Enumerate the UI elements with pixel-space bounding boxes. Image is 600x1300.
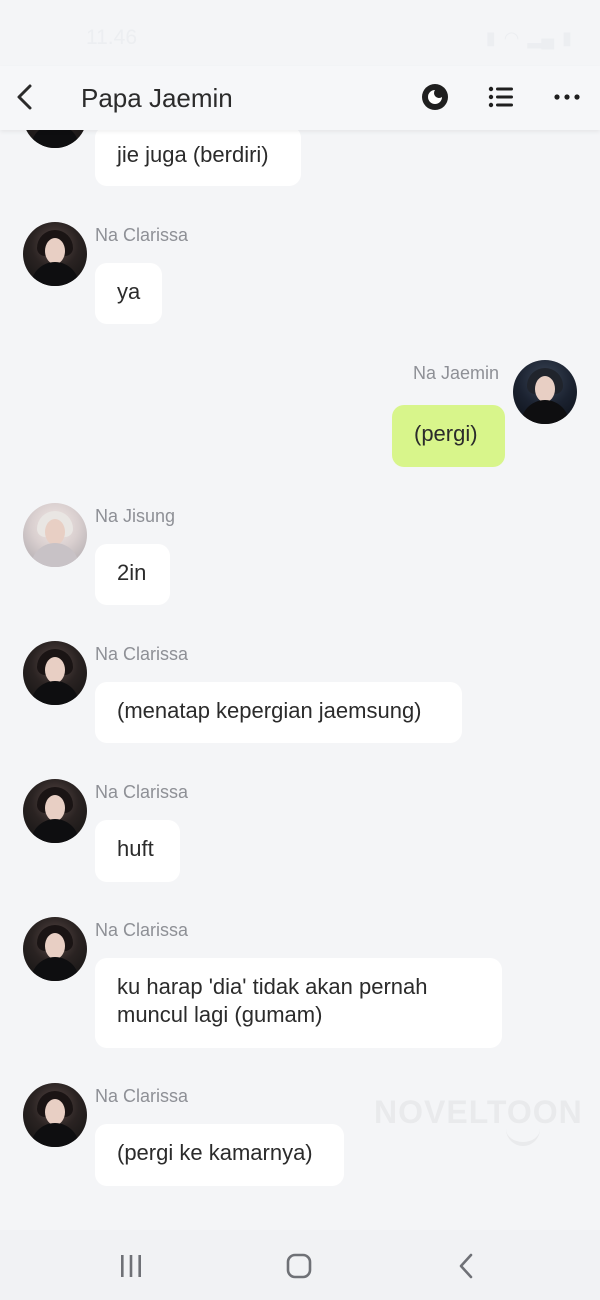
message-bubble: 2in <box>95 544 170 605</box>
message-bubble: ya <box>95 263 162 324</box>
avatar[interactable] <box>513 360 577 424</box>
watermark-smile-icon <box>506 1128 540 1146</box>
system-nav-bar <box>0 1230 600 1300</box>
avatar[interactable] <box>23 779 87 843</box>
night-mode-icon[interactable] <box>420 82 450 112</box>
sender-name: Na Clarissa <box>95 920 189 940</box>
sender-name: Na Clarissa <box>95 225 189 245</box>
sender-name: Na Jaemin <box>413 363 500 383</box>
home-icon[interactable] <box>281 1248 317 1284</box>
message-bubble-own: (pergi) <box>392 405 505 467</box>
avatar[interactable] <box>23 1083 87 1147</box>
message-bubble: (menatap kepergian jaemsung) <box>95 682 462 743</box>
watermark-logo: NOVELTOON <box>374 1094 583 1130</box>
avatar[interactable] <box>23 503 87 567</box>
message-bubble: ku harap 'dia' tidak akan pernah muncul … <box>95 958 502 1048</box>
recent-apps-icon[interactable] <box>113 1248 149 1284</box>
back-nav-icon[interactable] <box>449 1248 485 1284</box>
chat-header: Papa Jaemin <box>0 66 600 130</box>
chapter-list-icon[interactable] <box>486 82 516 112</box>
page-title: Papa Jaemin <box>81 83 233 113</box>
sender-name: Na Clarissa <box>95 644 189 664</box>
avatar[interactable] <box>23 917 87 981</box>
more-options-icon[interactable] <box>552 82 582 112</box>
back-arrow-icon[interactable] <box>12 80 40 114</box>
avatar[interactable] <box>23 641 87 705</box>
avatar[interactable] <box>23 222 87 286</box>
sender-name: Na Clarissa <box>95 782 189 802</box>
chat-area[interactable]: jie juga (berdiri) Na Clarissa ya Na Jae… <box>0 0 600 1230</box>
sender-name: Na Jisung <box>95 506 176 526</box>
sender-name: Na Clarissa <box>95 1086 189 1106</box>
message-bubble: huft <box>95 820 180 882</box>
message-bubble: (pergi ke kamarnya) <box>95 1124 344 1186</box>
message-bubble: jie juga (berdiri) <box>95 126 301 186</box>
